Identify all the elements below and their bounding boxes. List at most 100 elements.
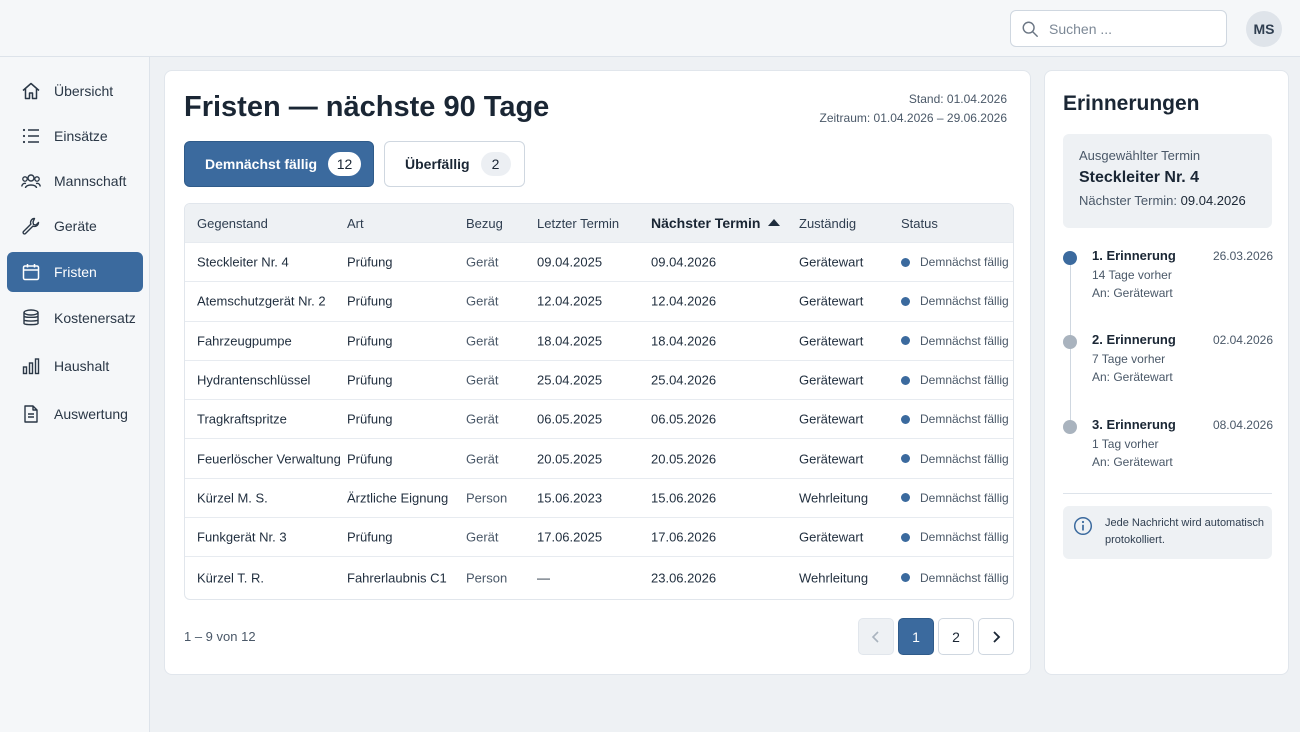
cell-letzter-termin: 25.04.2025 [537,372,603,388]
sidebar-item-uebersicht[interactable]: Übersicht [7,71,143,111]
reminder-date: 08.04.2026 [1212,418,1273,432]
sidebar-item-label: Geräte [54,218,97,234]
table-body: Steckleiter Nr. 4 Prüfung Gerät 09.04.2025 0… [185,242,1013,598]
cell-letzter-termin: — [537,570,550,586]
sidebar-item-label: Mannschaft [54,173,127,189]
cell-art: Prüfung [347,254,393,270]
cell-status: Demnächst fällig [901,255,1009,269]
cell-status: Demnächst fällig [901,334,1009,348]
reminder-recipient: An: Gerätewart [1092,286,1173,300]
column-header-gegenstand[interactable]: Gegenstand [197,216,268,231]
status-dot [901,257,910,267]
reminder-recipient: An: Gerätewart [1092,455,1173,469]
column-header-naechster-termin[interactable]: Nächster Termin [651,215,781,231]
status-dot [901,532,910,542]
cell-gegenstand: Hydrantenschlüssel [197,372,311,388]
table-row[interactable]: Atemschutzgerät Nr. 2 Prüfung Gerät 12.04.2… [185,281,1013,320]
sidebar-item-mannschaft[interactable]: Mannschaft [7,161,143,201]
status-dot [901,573,910,583]
cell-zustaendig: Wehrleitung [799,570,869,586]
cell-bezug: Gerät [466,529,499,545]
cell-art: Prüfung [347,372,393,388]
reminder-offset: 14 Tage vorher [1092,268,1172,282]
cell-zustaendig: Gerätewart [799,529,864,545]
search-icon [1022,21,1038,37]
column-header-art[interactable]: Art [347,216,364,231]
cell-bezug: Person [466,490,508,506]
sidebar-item-auswertung[interactable]: Auswertung [7,394,143,434]
table-row[interactable]: Kürzel M. S. Ärztliche Eignung Person 15.06… [185,477,1013,517]
column-header-letzter-termin[interactable]: Letzter Termin [537,216,619,231]
sidebar-item-label: Übersicht [54,83,114,99]
table-row[interactable]: Funkgerät Nr. 3 Prüfung Gerät 17.06.2025 17.… [185,517,1013,556]
cell-art: Ärztliche Eignung [347,490,449,506]
cell-bezug: Gerät [466,254,499,270]
sidebar-item-fristen[interactable]: Fristen [7,252,143,292]
column-header-status[interactable]: Status [901,216,938,231]
sidebar-item-einsaetze[interactable]: Einsätze [7,116,143,156]
table-row[interactable]: Hydrantenschlüssel Prüfung Gerät 25.04.2025… [185,359,1013,399]
next-page-button[interactable] [978,618,1014,655]
cell-status: Demnächst fällig [901,294,1009,308]
cell-zustaendig: Gerätewart [799,293,864,309]
info-note-text: Jede Nachricht wird automatisch protokol… [1105,517,1264,546]
cell-status: Demnächst fällig [901,412,1009,426]
status-label: Demnächst fällig [920,570,1009,585]
cell-status: Demnächst fällig [901,571,1009,585]
bar-chart-icon [22,358,40,375]
reminders-title: Erinnerungen [1063,92,1200,115]
table-row[interactable]: Tragkraftspritze Prüfung Gerät 06.05.2025 06… [185,399,1013,438]
top-bar: MS [0,0,1300,57]
users-icon [21,174,41,189]
column-header-bezug[interactable]: Bezug [466,216,503,231]
cell-bezug: Gerät [466,333,499,349]
tab-demnaechst-faellig[interactable]: Demnächst fällig 12 [184,141,374,187]
table-row[interactable]: Steckleiter Nr. 4 Prüfung Gerät 09.04.2025 0… [185,242,1013,281]
sidebar-item-haushalt[interactable]: Haushalt [7,346,143,386]
tab-ueberfaellig[interactable]: Überfällig 2 [384,141,525,187]
prev-page-button[interactable] [858,618,894,655]
status-label: Demnächst fällig [920,373,1009,388]
status-label: Demnächst fällig [920,294,1009,309]
page-button-2[interactable]: 2 [938,618,974,655]
next-date-label: Nächster Termin: [1079,193,1178,208]
cell-bezug: Gerät [466,293,499,309]
tab-label: Überfällig [405,156,470,172]
sort-ascending-icon [768,219,781,226]
period-range: Zeitraum: 01.04.2026 – 29.06.2026 [819,111,1007,125]
reminder-date: 02.04.2026 [1212,333,1273,347]
cell-letzter-termin: 09.04.2025 [537,254,603,270]
column-header-zustaendig[interactable]: Zuständig [799,216,856,231]
cell-zustaendig: Gerätewart [799,254,864,270]
sidebar: Übersicht Einsätze Mannschaft Geräte Fri… [0,57,150,732]
search-box[interactable] [1010,10,1227,47]
search-input[interactable] [1049,20,1209,37]
cell-gegenstand: Atemschutzgerät Nr. 2 [197,293,326,309]
cell-zustaendig: Gerätewart [799,333,864,349]
pagination-info: 1 – 9 von 12 [184,629,256,644]
user-avatar[interactable]: MS [1246,11,1282,47]
deadlines-table: Gegenstand Art Bezug Letzter Termin Näch… [184,203,1014,600]
table-row[interactable]: Feuerlöscher Verwaltung Prüfung Gerät 20.05… [185,438,1013,477]
calendar-icon [22,264,40,281]
cell-status: Demnächst fällig [901,373,1009,387]
next-date-value: 09.04.2026 [1180,193,1246,208]
cell-letzter-termin: 18.04.2025 [537,333,603,349]
sidebar-item-kostenersatz[interactable]: Kostenersatz [7,298,143,338]
cell-bezug: Person [466,570,508,586]
page-button-1[interactable]: 1 [898,618,934,655]
cell-naechster-termin: 25.04.2026 [651,372,717,388]
status-label: Demnächst fällig [920,530,1009,545]
table-row[interactable]: Kürzel T. R. Fahrerlaubnis C1 Person — 23.06… [185,556,1013,598]
cell-naechster-termin: 18.04.2026 [651,333,717,349]
wrench-icon [22,217,40,235]
cell-gegenstand: Funkgerät Nr. 3 [197,529,287,545]
tab-label: Demnächst fällig [205,156,318,172]
sidebar-item-geraete[interactable]: Geräte [7,206,143,246]
page-title: Fristen — nächste 90 Tage [184,91,550,123]
cell-zustaendig: Wehrleitung [799,490,869,506]
table-row[interactable]: Fahrzeugpumpe Prüfung Gerät 18.04.2025 18.04… [185,320,1013,360]
cell-letzter-termin: 20.05.2025 [537,451,603,467]
cell-zustaendig: Gerätewart [799,451,864,467]
count-badge: 12 [328,152,362,176]
